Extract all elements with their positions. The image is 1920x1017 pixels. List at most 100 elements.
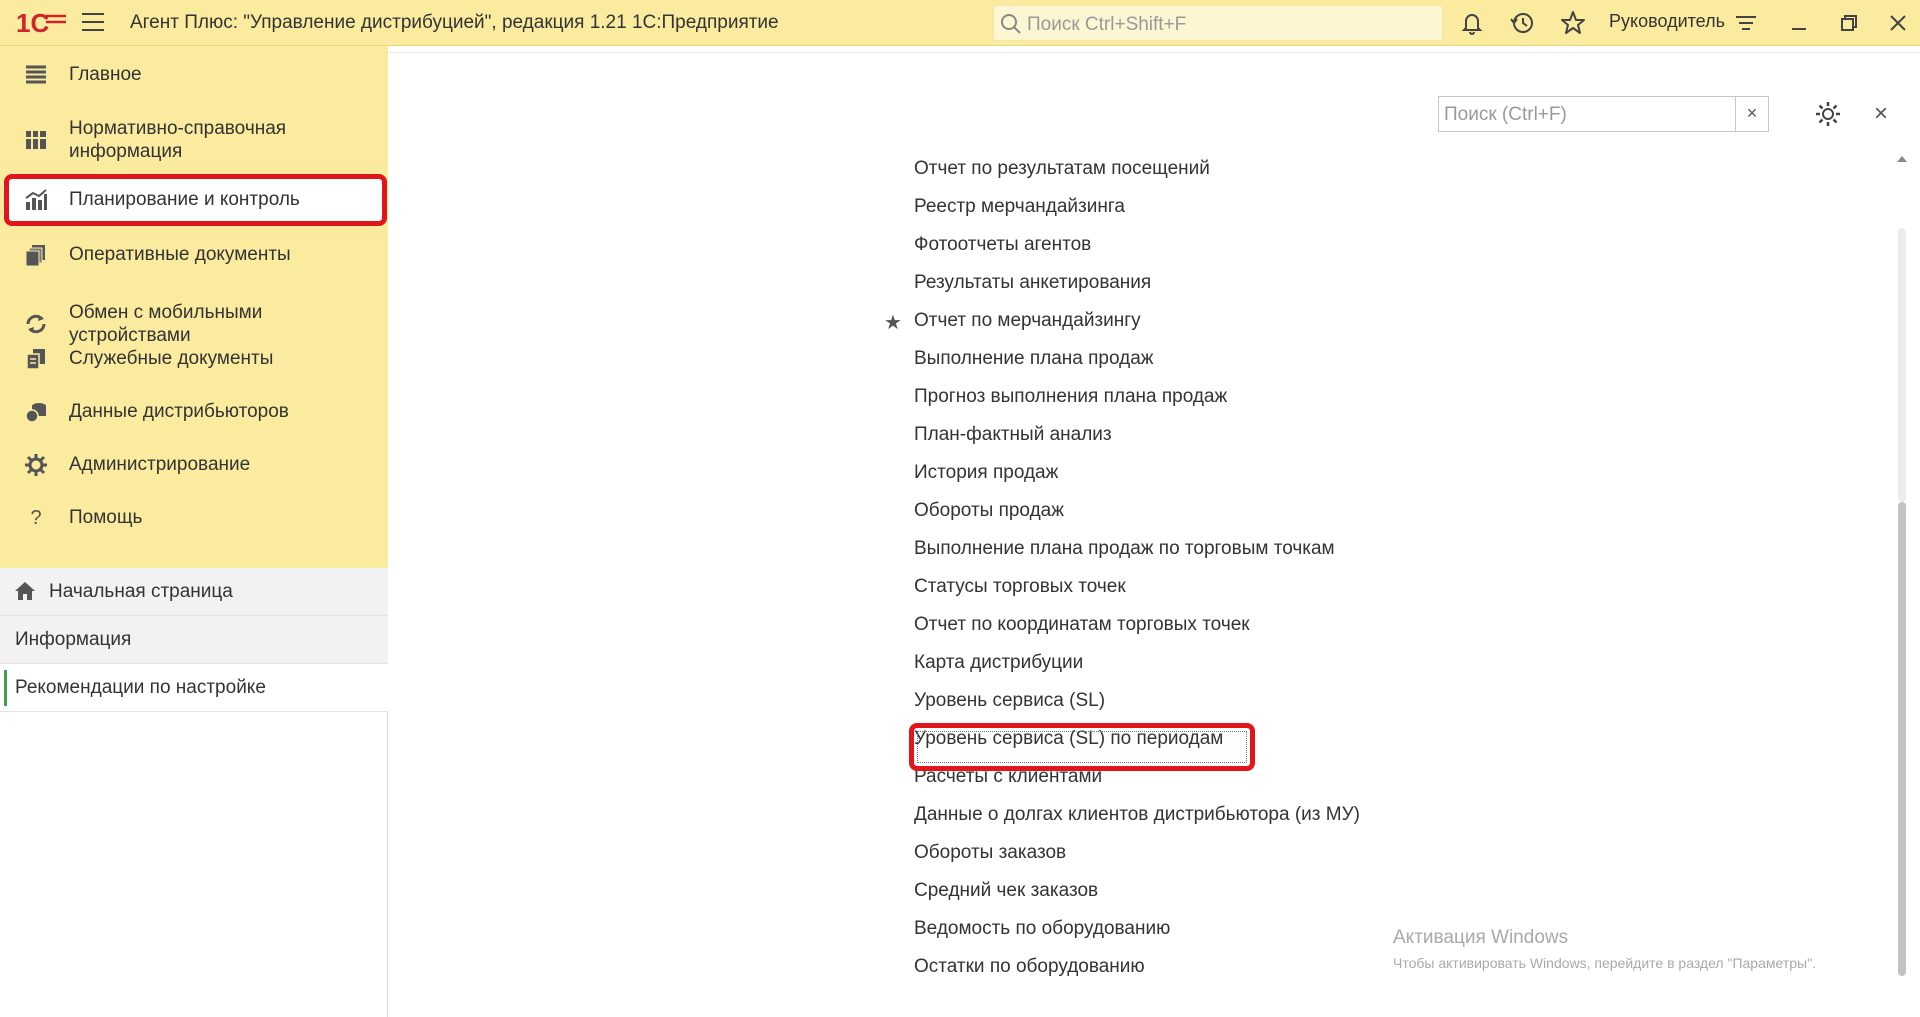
report-link[interactable]: Ведомость по оборудованию — [914, 918, 1170, 946]
main-menu-icon[interactable] — [82, 13, 104, 33]
report-link[interactable]: Результаты анкетирования — [914, 272, 1151, 300]
section-help[interactable]: ? Помощь — [0, 503, 388, 533]
star-favorites-icon[interactable] — [1559, 9, 1587, 37]
section-label: Нормативно-справочная информация — [69, 118, 287, 162]
nav-home-page[interactable]: Начальная страница — [0, 568, 388, 616]
section-operational-docs[interactable]: Оперативные документы — [0, 240, 388, 270]
report-link[interactable]: Прогноз выполнения плана продаж — [914, 386, 1227, 414]
section-label: Оперативные документы — [69, 244, 291, 265]
report-link[interactable]: История продаж — [914, 462, 1058, 490]
report-link[interactable]: Обороты заказов — [914, 842, 1066, 870]
report-label: Выполнение плана продаж по торговым точк… — [914, 538, 1335, 559]
close-window-icon[interactable] — [1884, 9, 1912, 37]
section-planning[interactable]: Планирование и контроль — [0, 180, 388, 220]
section-service-docs[interactable]: Служебные документы — [0, 344, 388, 374]
report-link[interactable]: Обороты продаж — [914, 500, 1064, 528]
reports-search-placeholder: Поиск (Ctrl+F) — [1444, 104, 1567, 125]
documents-icon — [25, 245, 45, 267]
focus-outline — [917, 731, 1247, 763]
history-icon[interactable] — [1508, 9, 1536, 37]
section-label: Администрирование — [69, 454, 251, 475]
current-user[interactable]: Руководитель — [1609, 11, 1725, 32]
section-main[interactable]: Главное — [0, 60, 388, 90]
report-label: Результаты анкетирования — [914, 272, 1152, 293]
1c-logo[interactable]: 1С — [16, 8, 68, 38]
report-label: Статусы торговых точек — [914, 576, 1126, 597]
section-label: Служебные документы — [69, 348, 274, 369]
report-link[interactable]: Остатки по оборудованию — [914, 956, 1145, 984]
report-label: Остатки по оборудованию — [914, 956, 1145, 977]
settings-gear-icon[interactable] — [1814, 100, 1842, 128]
app-title: Агент Плюс: "Управление дистрибуцией", р… — [130, 12, 779, 33]
report-link[interactable]: Фотоотчеты агентов — [914, 234, 1091, 262]
report-label: Средний чек заказов — [914, 880, 1099, 901]
home-icon — [15, 582, 35, 600]
sync-icon — [26, 314, 46, 334]
section-label: Планирование и контроль — [69, 189, 300, 210]
help-icon: ? — [30, 507, 42, 529]
section-mobile-exchange[interactable]: Обмен с мобильными устройствами — [0, 298, 388, 350]
report-label: Реестр мерчандайзинга — [914, 196, 1125, 217]
nav-item-label: Информация — [15, 629, 132, 650]
report-link[interactable]: Выполнение плана продаж по торговым точк… — [914, 538, 1335, 566]
report-link[interactable]: План-фактный анализ — [914, 424, 1112, 452]
report-label: Ведомость по оборудованию — [914, 918, 1171, 939]
vertical-scrollbar[interactable] — [1894, 156, 1910, 976]
menu-list-icon — [26, 65, 46, 84]
selected-report-highlight — [909, 723, 1255, 771]
search-icon — [1001, 14, 1021, 34]
report-label: История продаж — [914, 462, 1059, 483]
report-label: Отчет по результатам посещений — [914, 158, 1210, 179]
report-link[interactable]: Уровень сервиса (SL) — [914, 690, 1105, 718]
section-distributor-data[interactable]: Данные дистрибьюторов — [0, 397, 388, 427]
service-docs-icon — [26, 349, 45, 370]
report-label: Карта дистрибуции — [914, 652, 1084, 673]
scroll-up-arrow-icon[interactable] — [1897, 156, 1907, 162]
settings-list-icon[interactable] — [1732, 9, 1760, 37]
section-administration[interactable]: Администрирование — [0, 450, 388, 480]
section-label: Данные дистрибьюторов — [69, 401, 289, 422]
section-label: Обмен с мобильными устройствами — [69, 302, 263, 346]
section-label: Помощь — [69, 507, 143, 528]
report-link[interactable]: Отчет по результатам посещений — [914, 158, 1210, 186]
watermark-text: Чтобы активировать Windows, перейдите в … — [1393, 955, 1816, 971]
main-content: Поиск (Ctrl+F) × × Отчет по результатам … — [389, 46, 1920, 1017]
nav-item-label: Рекомендации по настройке — [15, 677, 266, 698]
svg-text:1С: 1С — [16, 8, 49, 38]
close-panel-button[interactable]: × — [1869, 102, 1893, 126]
global-search-placeholder: Поиск Ctrl+Shift+F — [1027, 14, 1187, 35]
clear-search-button[interactable]: × — [1735, 97, 1768, 131]
report-link[interactable]: Реестр мерчандайзинга — [914, 196, 1125, 224]
reports-search-input[interactable]: Поиск (Ctrl+F) × — [1438, 96, 1769, 132]
global-search-input[interactable]: Поиск Ctrl+Shift+F — [993, 5, 1443, 41]
divider — [389, 52, 1920, 53]
report-label: Обороты заказов — [914, 842, 1067, 863]
report-link[interactable]: Выполнение плана продаж — [914, 348, 1154, 376]
report-link[interactable]: Средний чек заказов — [914, 880, 1098, 908]
minimize-icon[interactable] — [1785, 9, 1813, 37]
report-link[interactable]: ★ Отчет по мерчандайзингу — [884, 310, 1141, 338]
distributor-data-icon — [25, 403, 46, 423]
report-label: Отчет по координатам торговых точек — [914, 614, 1250, 635]
catalog-icon — [26, 131, 46, 149]
nav-setup-recommendations[interactable]: Рекомендации по настройке — [0, 664, 388, 712]
report-label: Данные о долгах клиентов дистрибьютора (… — [914, 804, 1360, 825]
report-label: Выполнение плана продаж — [914, 348, 1154, 369]
chart-bars-icon — [25, 189, 47, 210]
bell-icon[interactable] — [1458, 9, 1486, 37]
watermark-title: Активация Windows — [1393, 927, 1569, 948]
nav-information[interactable]: Информация — [0, 616, 388, 664]
report-link[interactable]: Статусы торговых точек — [914, 576, 1126, 604]
gear-icon — [25, 454, 47, 476]
report-link[interactable]: Карта дистрибуции — [914, 652, 1083, 680]
scrollbar-thumb[interactable] — [1898, 502, 1906, 976]
section-label: Главное — [69, 64, 142, 85]
section-reference-info[interactable]: Нормативно-справочная информация — [0, 114, 388, 166]
restore-icon[interactable] — [1835, 9, 1863, 37]
report-link[interactable]: Данные о долгах клиентов дистрибьютора (… — [914, 804, 1360, 832]
report-link[interactable]: Отчет по координатам торговых точек — [914, 614, 1250, 642]
favorite-star-icon[interactable]: ★ — [884, 310, 902, 335]
report-label: Фотоотчеты агентов — [914, 234, 1092, 255]
sidebar: Главное Нормативно-справочная информация… — [0, 46, 388, 1017]
scrollbar-track[interactable] — [1898, 228, 1906, 502]
